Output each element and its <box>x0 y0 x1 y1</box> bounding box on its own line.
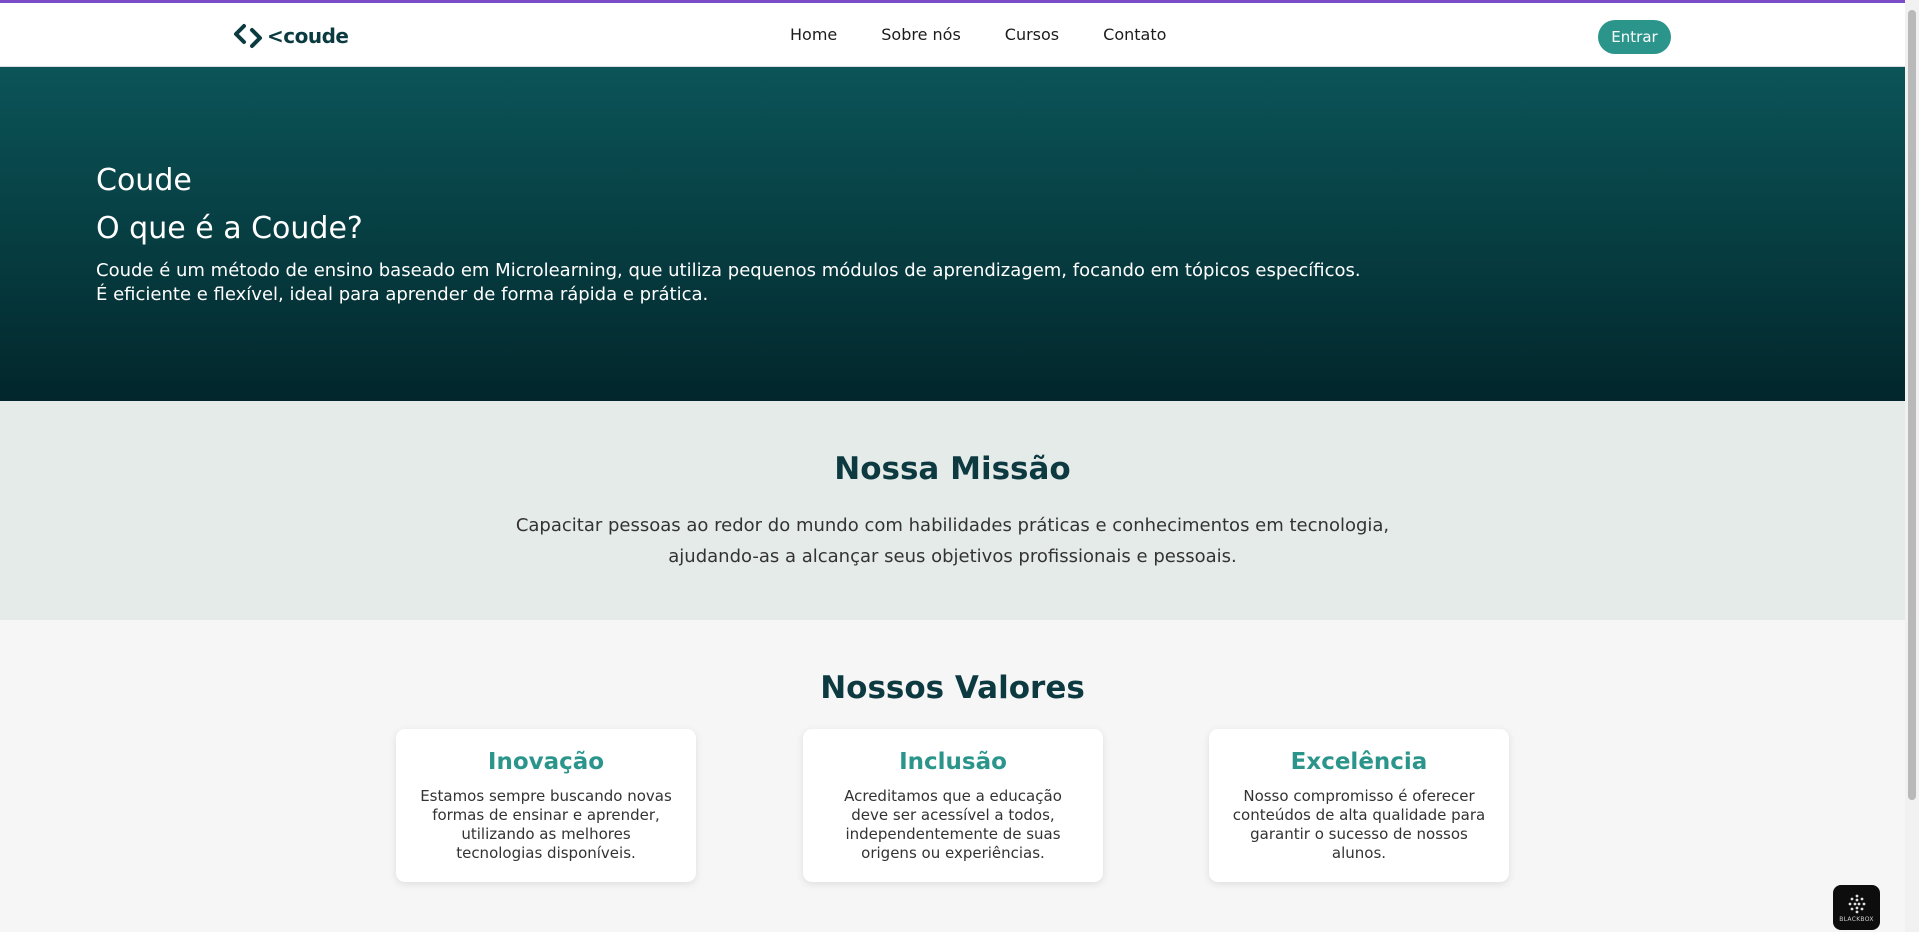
mission-text-line: ajudando-as a alcançar seus objetivos pr… <box>668 546 1237 567</box>
value-card-inclusao: Inclusão Acreditamos que a educação deve… <box>803 729 1103 882</box>
widget-label: BLACKBOX <box>1839 915 1874 923</box>
login-button[interactable]: Entrar <box>1598 20 1671 54</box>
mission-section: Nossa Missão Capacitar pessoas ao redor … <box>0 401 1905 620</box>
mission-text-line: Capacitar pessoas ao redor do mundo com … <box>515 515 1390 536</box>
value-card-text: Estamos sempre buscando novas formas de … <box>420 787 672 862</box>
site-header: <coude Home Sobre nós Cursos Contato Ent… <box>0 3 1905 67</box>
value-card-excelencia: Excelência Nosso compromisso é oferecer … <box>1209 729 1509 882</box>
mission-text: Capacitar pessoas ao redor do mundo com … <box>0 510 1905 572</box>
hero-section: Coude O que é a Coude? Coude é um método… <box>0 67 1905 401</box>
hero-description: Coude é um método de ensino baseado em M… <box>96 259 1396 307</box>
value-card-title: Inovação <box>487 749 605 775</box>
logo-text: <coude <box>267 24 349 48</box>
hero-title: O que é a Coude? <box>96 211 363 246</box>
logo-icon <box>234 24 262 48</box>
scrollbar-thumb[interactable] <box>1908 10 1916 800</box>
value-card-text: Acreditamos que a educação deve ser aces… <box>844 787 1062 862</box>
values-section: Nossos Valores Inovação Estamos sempre b… <box>0 620 1905 932</box>
vertical-scrollbar[interactable] <box>1905 0 1919 932</box>
logo[interactable]: <coude <box>233 22 349 50</box>
nav-cursos[interactable]: Cursos <box>1005 25 1059 44</box>
value-card-text: Nosso compromisso é oferecer conteúdos d… <box>1232 787 1486 862</box>
value-card-inovacao: Inovação Estamos sempre buscando novas f… <box>396 729 696 882</box>
hero-brand: Coude <box>96 163 192 198</box>
nav-contato[interactable]: Contato <box>1103 25 1166 44</box>
hero-text-line: Coude é um método de ensino baseado em M… <box>96 260 1361 281</box>
mission-title: Nossa Missão <box>834 451 1071 487</box>
nav-sobre-nos[interactable]: Sobre nós <box>881 25 961 44</box>
values-title: Nossos Valores <box>820 670 1085 706</box>
hero-text-line: É eficiente e flexível, ideal para apren… <box>96 284 709 305</box>
blackbox-icon <box>1848 894 1865 913</box>
main-nav: Home Sobre nós Cursos Contato <box>790 25 1166 44</box>
value-card-title: Inclusão <box>899 749 1007 775</box>
blackbox-widget-button[interactable]: BLACKBOX <box>1833 885 1880 930</box>
value-card-title: Excelência <box>1290 749 1428 775</box>
nav-home[interactable]: Home <box>790 25 837 44</box>
page: <coude Home Sobre nós Cursos Contato Ent… <box>0 0 1905 932</box>
